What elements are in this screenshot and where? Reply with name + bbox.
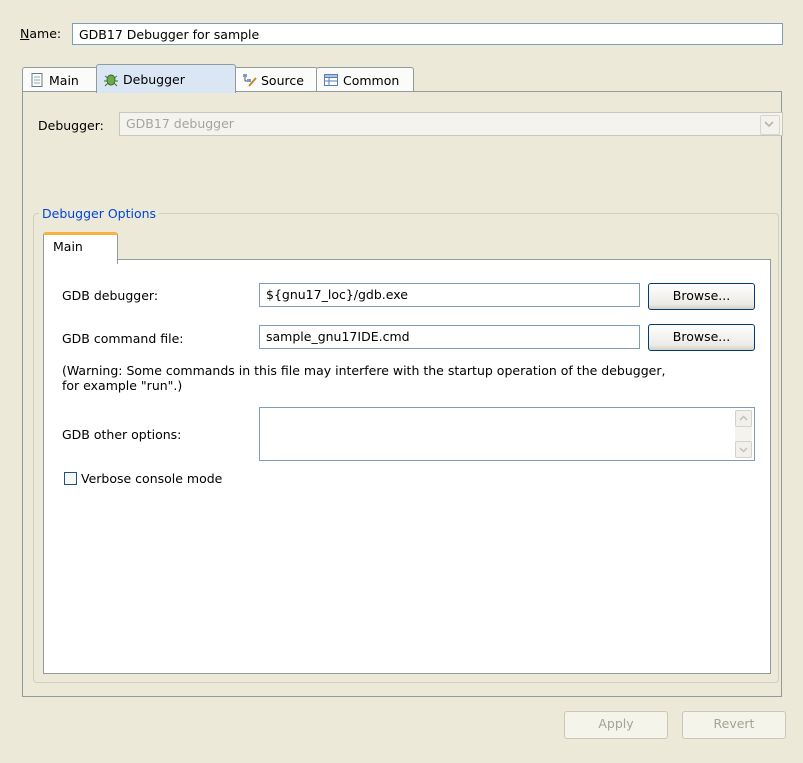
gdb-other-options-label: GDB other options: — [62, 427, 182, 442]
scroll-up-button[interactable] — [735, 410, 752, 427]
launch-config-tabs: Main Debugger Source Common — [22, 64, 782, 93]
gdb-debugger-browse-label: Browse... — [672, 288, 731, 303]
gdb-debugger-input[interactable]: ${gnu17_loc}/gdb.exe — [259, 283, 640, 307]
apply-label: Apply — [598, 716, 634, 731]
gdb-debugger-value: ${gnu17_loc}/gdb.exe — [266, 287, 408, 302]
gdb-debugger-label: GDB debugger: — [62, 288, 159, 303]
inner-tab-main[interactable]: Main — [43, 232, 118, 264]
debugger-combo-value: GDB17 debugger — [126, 116, 234, 131]
name-input-value: GDB17 Debugger for sample — [79, 27, 260, 42]
chevron-down-icon — [739, 447, 748, 453]
debugger-options-title: Debugger Options — [39, 206, 160, 221]
common-table-icon — [324, 74, 338, 86]
tab-main[interactable]: Main — [22, 67, 98, 92]
source-lookup-icon — [243, 74, 257, 87]
name-input[interactable]: GDB17 Debugger for sample — [72, 23, 783, 45]
warning-text-line2: for example "run".) — [62, 378, 183, 393]
gdb-command-file-browse-label: Browse... — [672, 329, 731, 344]
inner-tab-page — [43, 259, 771, 674]
bug-icon — [104, 74, 118, 87]
chevron-up-icon — [739, 415, 748, 421]
tab-source[interactable]: Source — [226, 67, 318, 92]
apply-button[interactable]: Apply — [564, 711, 668, 739]
tab-debugger-label: Debugger — [123, 71, 185, 87]
tab-common-label: Common — [343, 72, 400, 88]
gdb-other-options-textarea[interactable] — [259, 407, 755, 461]
debugger-combo-dropdown[interactable] — [760, 115, 780, 135]
tab-main-label: Main — [49, 72, 79, 88]
document-icon — [31, 73, 43, 87]
gdb-command-file-input[interactable]: sample_gnu17IDE.cmd — [259, 325, 640, 349]
scroll-down-button[interactable] — [735, 441, 752, 458]
gdb-debugger-browse-button[interactable]: Browse... — [648, 283, 755, 310]
warning-text-line1: (Warning: Some commands in this file may… — [62, 363, 666, 378]
gdb-command-file-browse-button[interactable]: Browse... — [648, 324, 755, 351]
chevron-down-icon — [764, 121, 774, 128]
debugger-combo[interactable]: GDB17 debugger — [119, 112, 783, 136]
vertical-scrollbar[interactable] — [735, 410, 752, 458]
name-label: Name: — [20, 26, 62, 41]
revert-button[interactable]: Revert — [682, 711, 786, 739]
inner-tab-main-label: Main — [53, 239, 83, 254]
gdb-command-file-value: sample_gnu17IDE.cmd — [266, 329, 410, 344]
tab-source-label: Source — [261, 72, 304, 88]
revert-label: Revert — [713, 716, 755, 731]
debugger-label: Debugger: — [38, 118, 104, 133]
verbose-label: Verbose console mode — [81, 471, 223, 486]
tab-common[interactable]: Common — [316, 67, 414, 92]
name-label-rest: ame: — [29, 26, 62, 41]
tab-debugger[interactable]: Debugger — [96, 64, 236, 93]
gdb-command-file-label: GDB command file: — [62, 331, 184, 346]
verbose-checkbox[interactable] — [64, 472, 77, 485]
